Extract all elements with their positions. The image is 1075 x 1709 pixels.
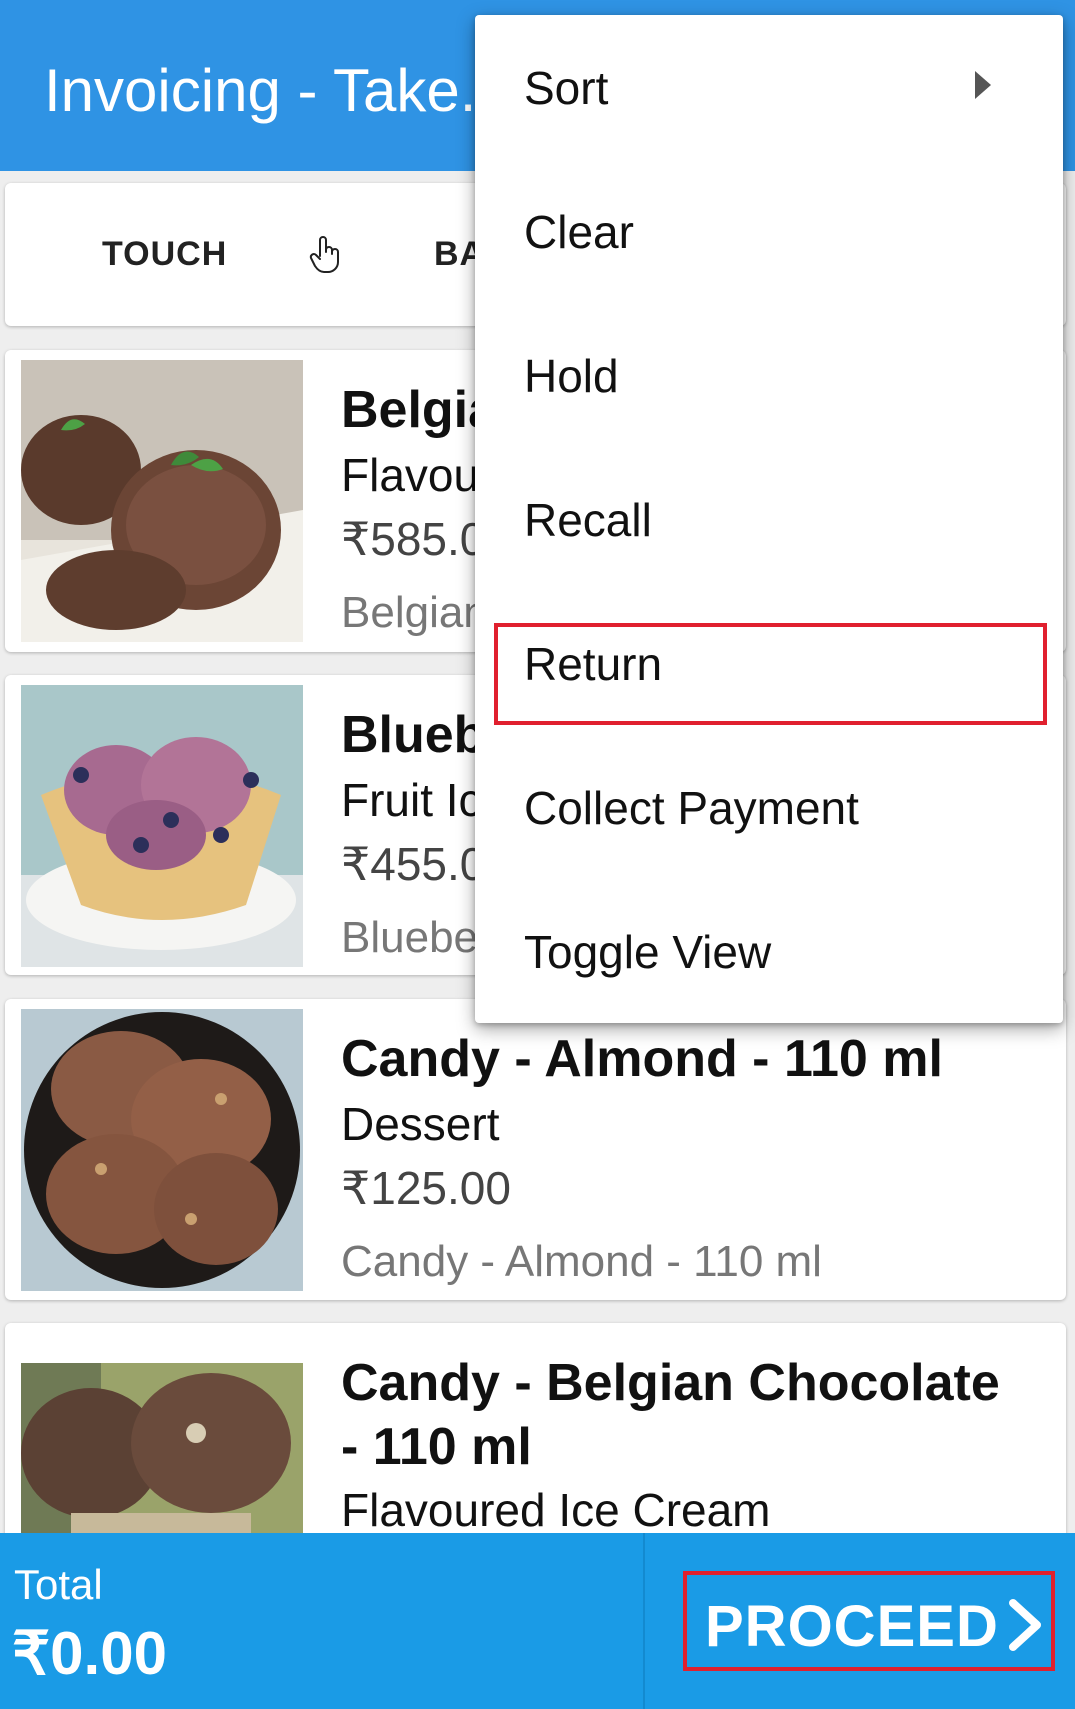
total-label: Total — [14, 1561, 103, 1608]
menu-item-label: Sort — [524, 62, 609, 114]
product-subtitle: Candy - Almond - 110 ml — [341, 1237, 822, 1286]
menu-item-clear[interactable]: Clear — [475, 159, 1063, 303]
menu-item-sort[interactable]: Sort — [475, 15, 1063, 159]
product-image — [21, 1009, 303, 1291]
overflow-menu: Sort Clear Hold Recall Return Collect Pa… — [475, 15, 1063, 1023]
product-image — [21, 360, 303, 642]
product-category: Flavour — [341, 449, 495, 501]
product-category: Flavoured Ice Cream — [341, 1484, 771, 1536]
product-category: Dessert — [341, 1098, 500, 1150]
proceed-label: PROCEED — [705, 1594, 999, 1659]
product-card[interactable]: Candy - Almond - 110 ml Dessert ₹125.00 … — [5, 999, 1066, 1300]
product-price: ₹455.0 — [341, 838, 486, 890]
product-name: Candy - Almond - 110 ml — [341, 1030, 943, 1088]
menu-item-collect-payment[interactable]: Collect Payment — [475, 735, 1063, 879]
product-price: ₹125.00 — [341, 1162, 511, 1214]
tab-touch[interactable]: TOUCH — [102, 235, 227, 274]
submenu-arrow-icon — [975, 71, 991, 99]
menu-item-hold[interactable]: Hold — [475, 303, 1063, 447]
product-subtitle: Blueber — [341, 913, 493, 962]
menu-item-label: Return — [524, 638, 663, 690]
menu-item-toggle-view[interactable]: Toggle View — [475, 879, 1063, 1023]
product-subtitle: Belgian — [341, 588, 488, 637]
product-category: Fruit Ic — [341, 774, 482, 826]
product-name: Candy - Belgian Chocolate - 110 ml — [341, 1354, 1000, 1476]
divider — [643, 1533, 645, 1709]
total-amount: ₹0.00 — [12, 1620, 167, 1687]
menu-item-label: Recall — [524, 494, 652, 546]
menu-item-return[interactable]: Return — [475, 591, 1063, 735]
menu-item-recall[interactable]: Recall — [475, 447, 1063, 591]
menu-item-label: Hold — [524, 350, 619, 402]
proceed-button[interactable]: PROCEED — [683, 1571, 1055, 1671]
menu-item-label: Toggle View — [524, 926, 772, 978]
pointer-hand-icon — [309, 236, 339, 273]
product-image — [21, 685, 303, 967]
product-price: ₹585.0 — [341, 513, 486, 565]
menu-item-label: Clear — [524, 206, 634, 258]
app-title: Invoicing - Take... — [44, 57, 510, 124]
chevron-right-icon — [1009, 1599, 1041, 1651]
menu-item-label: Collect Payment — [524, 782, 859, 834]
